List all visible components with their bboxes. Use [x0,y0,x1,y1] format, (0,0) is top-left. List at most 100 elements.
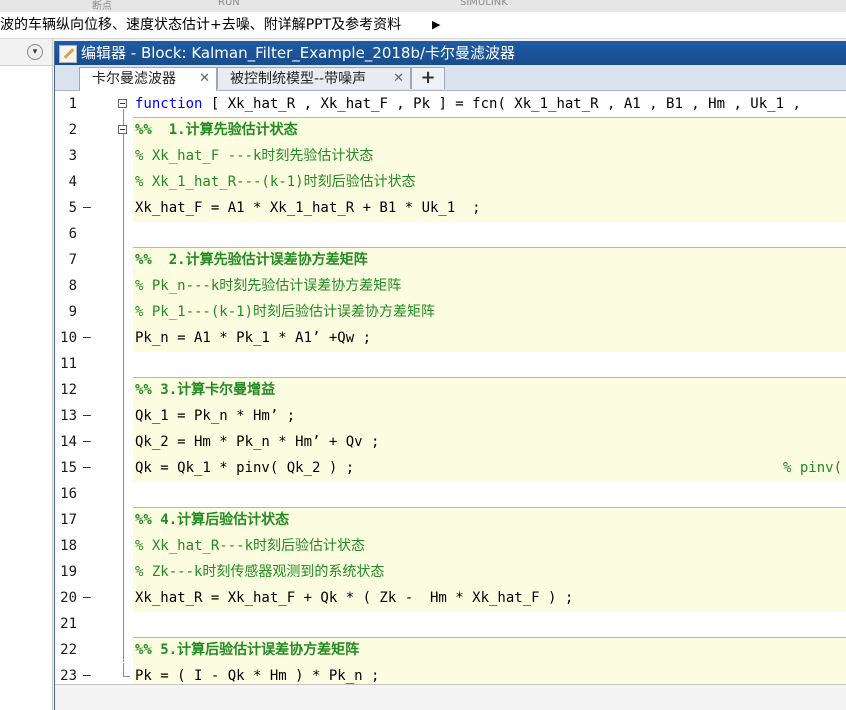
editor-app-icon [59,45,77,63]
code-text: Qk_1 = Pk_n * Hm’ ; [135,408,296,424]
left-panel: ▾ [0,39,53,710]
code-line[interactable]: 12 %% 3.计算卡尔曼增益 [55,377,846,403]
code-line[interactable]: 9 % Pk_1---(k-1)时刻后验估计误差协方差矩阵 [55,299,846,325]
address-breadcrumb[interactable]: 波的车辆纵向位移、速度状态估计+去噪、附详解PPT及参考资料 ▶ [0,12,846,39]
code-line[interactable]: 22 %% 5.计算后验估计误差协方差矩阵 [55,637,846,663]
fold-toggle-icon[interactable] [118,125,127,134]
code-line[interactable]: 10 — Pk_n = A1 * Pk_1 * A1’ +Qw ; [55,325,846,351]
line-number: 6 [68,226,77,242]
code-line[interactable]: 19 % Zk---k时刻传感器观测到的系统状态 [55,559,846,585]
keyword: function [135,96,203,112]
close-icon[interactable]: ✕ [199,68,210,90]
line-number: 19 [60,564,77,580]
tab-plant-model[interactable]: 被控制统模型--带噪声 ✕ [217,67,411,89]
line-number: 18 [60,538,77,554]
code-line[interactable]: 21 [55,611,846,637]
code-text: %% 1.计算先验估计状态 [135,122,298,138]
code-line[interactable]: 5 — Xk_hat_F = A1 * Xk_1_hat_R + B1 * Uk_1… [55,195,846,221]
code-line[interactable]: 1 function [ Xk_hat_R , Xk_hat_F , Pk ] =… [55,91,846,117]
tab-label: 卡尔曼滤波器 [92,71,176,87]
code-text: % Xk_hat_R---k时刻后验估计状态 [135,538,366,554]
editor-window: 编辑器 - Block: Kalman_Filter_Example_2018b… [54,41,846,710]
line-number: 8 [68,278,77,294]
code-line[interactable]: 14 — Qk_2 = Hm * Pk_n * Hm’ + Qv ; [55,429,846,455]
line-number: 10 [60,330,77,346]
line-number: 3 [68,148,77,164]
screen: 断点 RUN SIMULINK 波的车辆纵向位移、速度状态估计+去噪、附详解PP… [0,0,846,710]
breakpoint-marker[interactable]: — [83,663,91,684]
tab-label: 被控制统模型--带噪声 [230,71,367,87]
line-number: 22 [60,642,77,658]
toolstrip-tab-simulink[interactable]: SIMULINK [460,0,508,8]
code-line[interactable]: 2 %% 1.计算先验估计状态 [55,117,846,143]
code-line[interactable]: 16 [55,481,846,507]
fold-toggle-icon[interactable] [118,99,127,108]
code-rest: [ Xk_hat_R , Xk_hat_F , Pk ] = fcn( Xk_1… [202,96,801,112]
code-text: % Zk---k时刻传感器观测到的系统状态 [135,564,385,580]
code-text: % Pk_1---(k-1)时刻后验估计误差协方差矩阵 [135,304,436,320]
code-text: %% 4.计算后验估计状态 [135,512,290,528]
line-number: 21 [60,616,77,632]
line-number: 1 [68,96,77,112]
trailing-comment: % pinv( [783,460,843,476]
breakpoint-marker[interactable]: — [83,403,91,429]
editor-title: 编辑器 - Block: Kalman_Filter_Example_2018b… [81,44,516,62]
line-number: 2 [68,122,77,138]
breakpoint-marker[interactable]: — [83,325,91,351]
code-line[interactable]: 6 [55,221,846,247]
line-number: 12 [60,382,77,398]
code-text: Pk = ( I - Qk * Hm ) * Pk_n ; [135,668,380,684]
code-line[interactable]: 23 — Pk = ( I - Qk * Hm ) * Pk_n ; [55,663,846,684]
code-text: % Xk_1_hat_R---(k-1)时刻后验估计状态 [135,174,416,190]
editor-title-bar[interactable]: 编辑器 - Block: Kalman_Filter_Example_2018b… [55,41,846,65]
left-panel-header: ▾ [0,39,52,66]
line-number: 20 [60,590,77,606]
code-line[interactable]: 11 [55,351,846,377]
line-number: 16 [60,486,77,502]
code-text: Qk = Qk_1 * pinv( Qk_2 ) ; [135,460,355,476]
panel-actions-icon[interactable]: ▾ [27,44,43,60]
code-line[interactable]: 13 — Qk_1 = Pk_n * Hm’ ; [55,403,846,429]
breakpoint-marker[interactable]: — [83,455,91,481]
line-number: 15 [60,460,77,476]
code-text: % Pk_n---k时刻先验估计误差协方差矩阵 [135,278,402,294]
code-line[interactable]: 8 % Pk_n---k时刻先验估计误差协方差矩阵 [55,273,846,299]
line-number: 5 [68,200,77,216]
breadcrumb-expand-icon[interactable]: ▶ [432,12,440,38]
code-line[interactable]: 17 %% 4.计算后验估计状态 [55,507,846,533]
code-text: %% 3.计算卡尔曼增益 [135,382,276,398]
tab-kalman-filter[interactable]: 卡尔曼滤波器 ✕ [79,67,217,91]
line-number: 17 [60,512,77,528]
breakpoint-marker[interactable]: — [83,585,91,611]
toolstrip-tab-breakpoints[interactable]: 断点 [92,0,112,12]
code-text: Qk_2 = Hm * Pk_n * Hm’ + Qv ; [135,434,380,450]
code-text: % Xk_hat_F ---k时刻先验估计状态 [135,148,374,164]
code-line[interactable]: 18 % Xk_hat_R---k时刻后验估计状态 [55,533,846,559]
breadcrumb-path[interactable]: 波的车辆纵向位移、速度状态估计+去噪、附详解PPT及参考资料 [0,12,401,38]
code-text: Pk_n = A1 * Pk_1 * A1’ +Qw ; [135,330,372,346]
add-tab-button[interactable]: + [411,67,445,89]
fold-end-icon [123,663,130,677]
line-number: 14 [60,434,77,450]
code-text: %% 5.计算后验估计误差协方差矩阵 [135,642,360,658]
breakpoint-marker[interactable]: — [83,195,91,221]
code-editor[interactable]: 1 function [ Xk_hat_R , Xk_hat_F , Pk ] =… [55,91,846,684]
code-line[interactable]: 15 — Qk = Qk_1 * pinv( Qk_2 ) ; % pinv( [55,455,846,481]
line-number: 11 [60,356,77,372]
code-line[interactable]: 20 — Xk_hat_R = Xk_hat_F + Qk * ( Zk - Hm … [55,585,846,611]
code-line[interactable]: 7 %% 2.计算先验估计误差协方差矩阵 [55,247,846,273]
editor-tab-strip: 卡尔曼滤波器 ✕ 被控制统模型--带噪声 ✕ + [55,65,846,91]
close-icon[interactable]: ✕ [393,68,404,90]
code-text: Xk_hat_F = A1 * Xk_1_hat_R + B1 * Uk_1 ; [135,200,481,216]
code-text: function [ Xk_hat_R , Xk_hat_F , Pk ] = … [135,91,801,117]
code-text: Xk_hat_R = Xk_hat_F + Qk * ( Zk - Hm * X… [135,590,574,606]
line-number: 23 [60,668,77,684]
line-number: 4 [68,174,77,190]
toolstrip-tab-run[interactable]: RUN [218,0,240,8]
code-line[interactable]: 3 % Xk_hat_F ---k时刻先验估计状态 [55,143,846,169]
line-number: 13 [60,408,77,424]
code-text: %% 2.计算先验估计误差协方差矩阵 [135,252,368,268]
line-number: 7 [68,252,77,268]
code-line[interactable]: 4 % Xk_1_hat_R---(k-1)时刻后验估计状态 [55,169,846,195]
breakpoint-marker[interactable]: — [83,429,91,455]
